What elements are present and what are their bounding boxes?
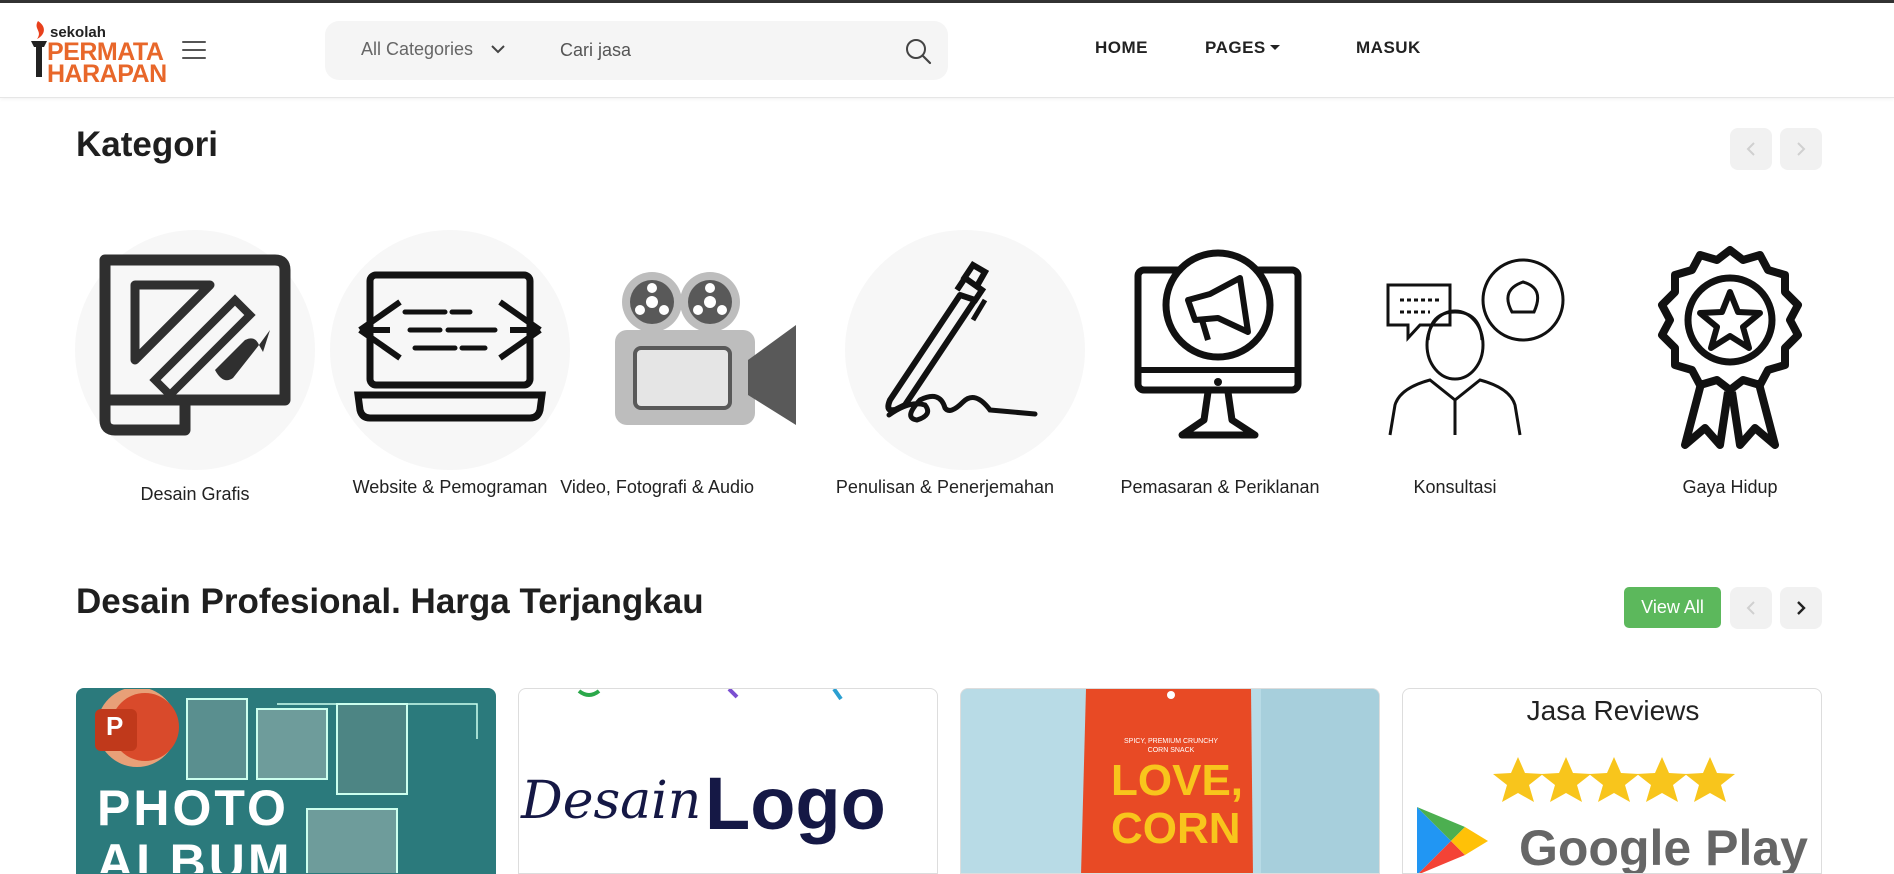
kategori-title: Kategori [76,125,218,164]
nav-pages-label: PAGES [1205,38,1266,57]
category-label: Penulisan & Penerjemahan [835,477,1055,497]
card-script-text: Desain [521,771,702,831]
consultant-icon [1386,258,1565,436]
card-title-line1: PHOTO [97,780,289,836]
google-play-icon [1417,807,1488,873]
chevron-left-icon [1746,601,1755,615]
category-item[interactable]: Video, Fotografi & Audio [560,230,840,530]
graphic-design-icon [99,254,291,436]
site-logo[interactable]: sekolah PERMATA HARAPAN [25,17,167,88]
laptop-code-icon [354,271,546,422]
view-all-button[interactable]: View All [1624,587,1721,628]
chevron-down-icon [491,45,505,54]
nav-masuk[interactable]: MASUK [1356,38,1421,58]
card-store-text: Google Play [1519,820,1808,874]
chevron-right-icon [1797,142,1806,156]
service-card[interactable]: Jasa Reviews Google Play [1402,688,1822,874]
star-icon [1589,757,1639,802]
category-label: Video, Fotografi & Audio [560,477,754,497]
search-icon[interactable] [904,37,932,65]
star-icon [1685,757,1735,802]
featured-next-button[interactable] [1780,587,1822,629]
category-item[interactable]: Pemasaran & Periklanan [1100,230,1340,530]
service-card[interactable]: SPICY, PREMIUM CRUNCHY CORN SNACK LOVE, … [960,688,1380,874]
card-bold-text: Logo [705,762,886,845]
nav-home[interactable]: HOME [1095,38,1148,58]
powerpoint-badge: P [106,711,124,741]
video-camera-icon [615,272,796,425]
card-headline: LOVE, CORN [1111,756,1244,853]
category-item[interactable]: Gaya Hidup [1610,230,1850,530]
category-label: Pemasaran & Periklanan [1120,477,1320,497]
logo-line2: HARAPAN [47,60,167,88]
search-bar: All Categories [325,21,948,80]
pen-icon [885,260,1038,423]
service-card[interactable]: Desain Logo [518,688,938,874]
menu-icon[interactable] [182,41,206,61]
caret-down-icon [1269,45,1280,50]
category-label: Konsultasi [1413,477,1497,497]
card-tagline: SPICY, PREMIUM CRUNCHY CORN SNACK [1124,738,1218,754]
category-label: Desain Grafis [140,484,250,504]
nav-pages[interactable]: PAGES [1205,38,1280,58]
search-input[interactable] [560,30,880,70]
category-select-label: All Categories [361,39,474,59]
category-label: Gaya Hidup [1682,477,1778,497]
service-card[interactable]: P PHOTO ALBUM [76,688,496,874]
category-item[interactable]: Penulisan & Penerjemahan [836,230,1085,530]
category-item[interactable]: Desain Grafis [75,230,315,530]
header: sekolah PERMATA HARAPAN All Categories H… [0,3,1894,98]
card-title-line2: ALBUM [97,834,293,874]
star-icon [1541,757,1591,802]
kategori-next-button[interactable] [1780,128,1822,170]
category-item[interactable]: Konsultasi [1340,230,1580,530]
award-ribbon-icon [1658,246,1802,449]
monitor-megaphone-icon [1134,249,1302,439]
star-icon [1493,757,1543,802]
chevron-right-icon [1797,601,1806,615]
featured-prev-button[interactable] [1730,587,1772,629]
chevron-left-icon [1746,142,1755,156]
category-select[interactable]: All Categories [361,39,505,60]
star-icon [1637,757,1687,802]
kategori-prev-button[interactable] [1730,128,1772,170]
featured-title: Desain Profesional. Harga Terjangkau [76,582,704,621]
